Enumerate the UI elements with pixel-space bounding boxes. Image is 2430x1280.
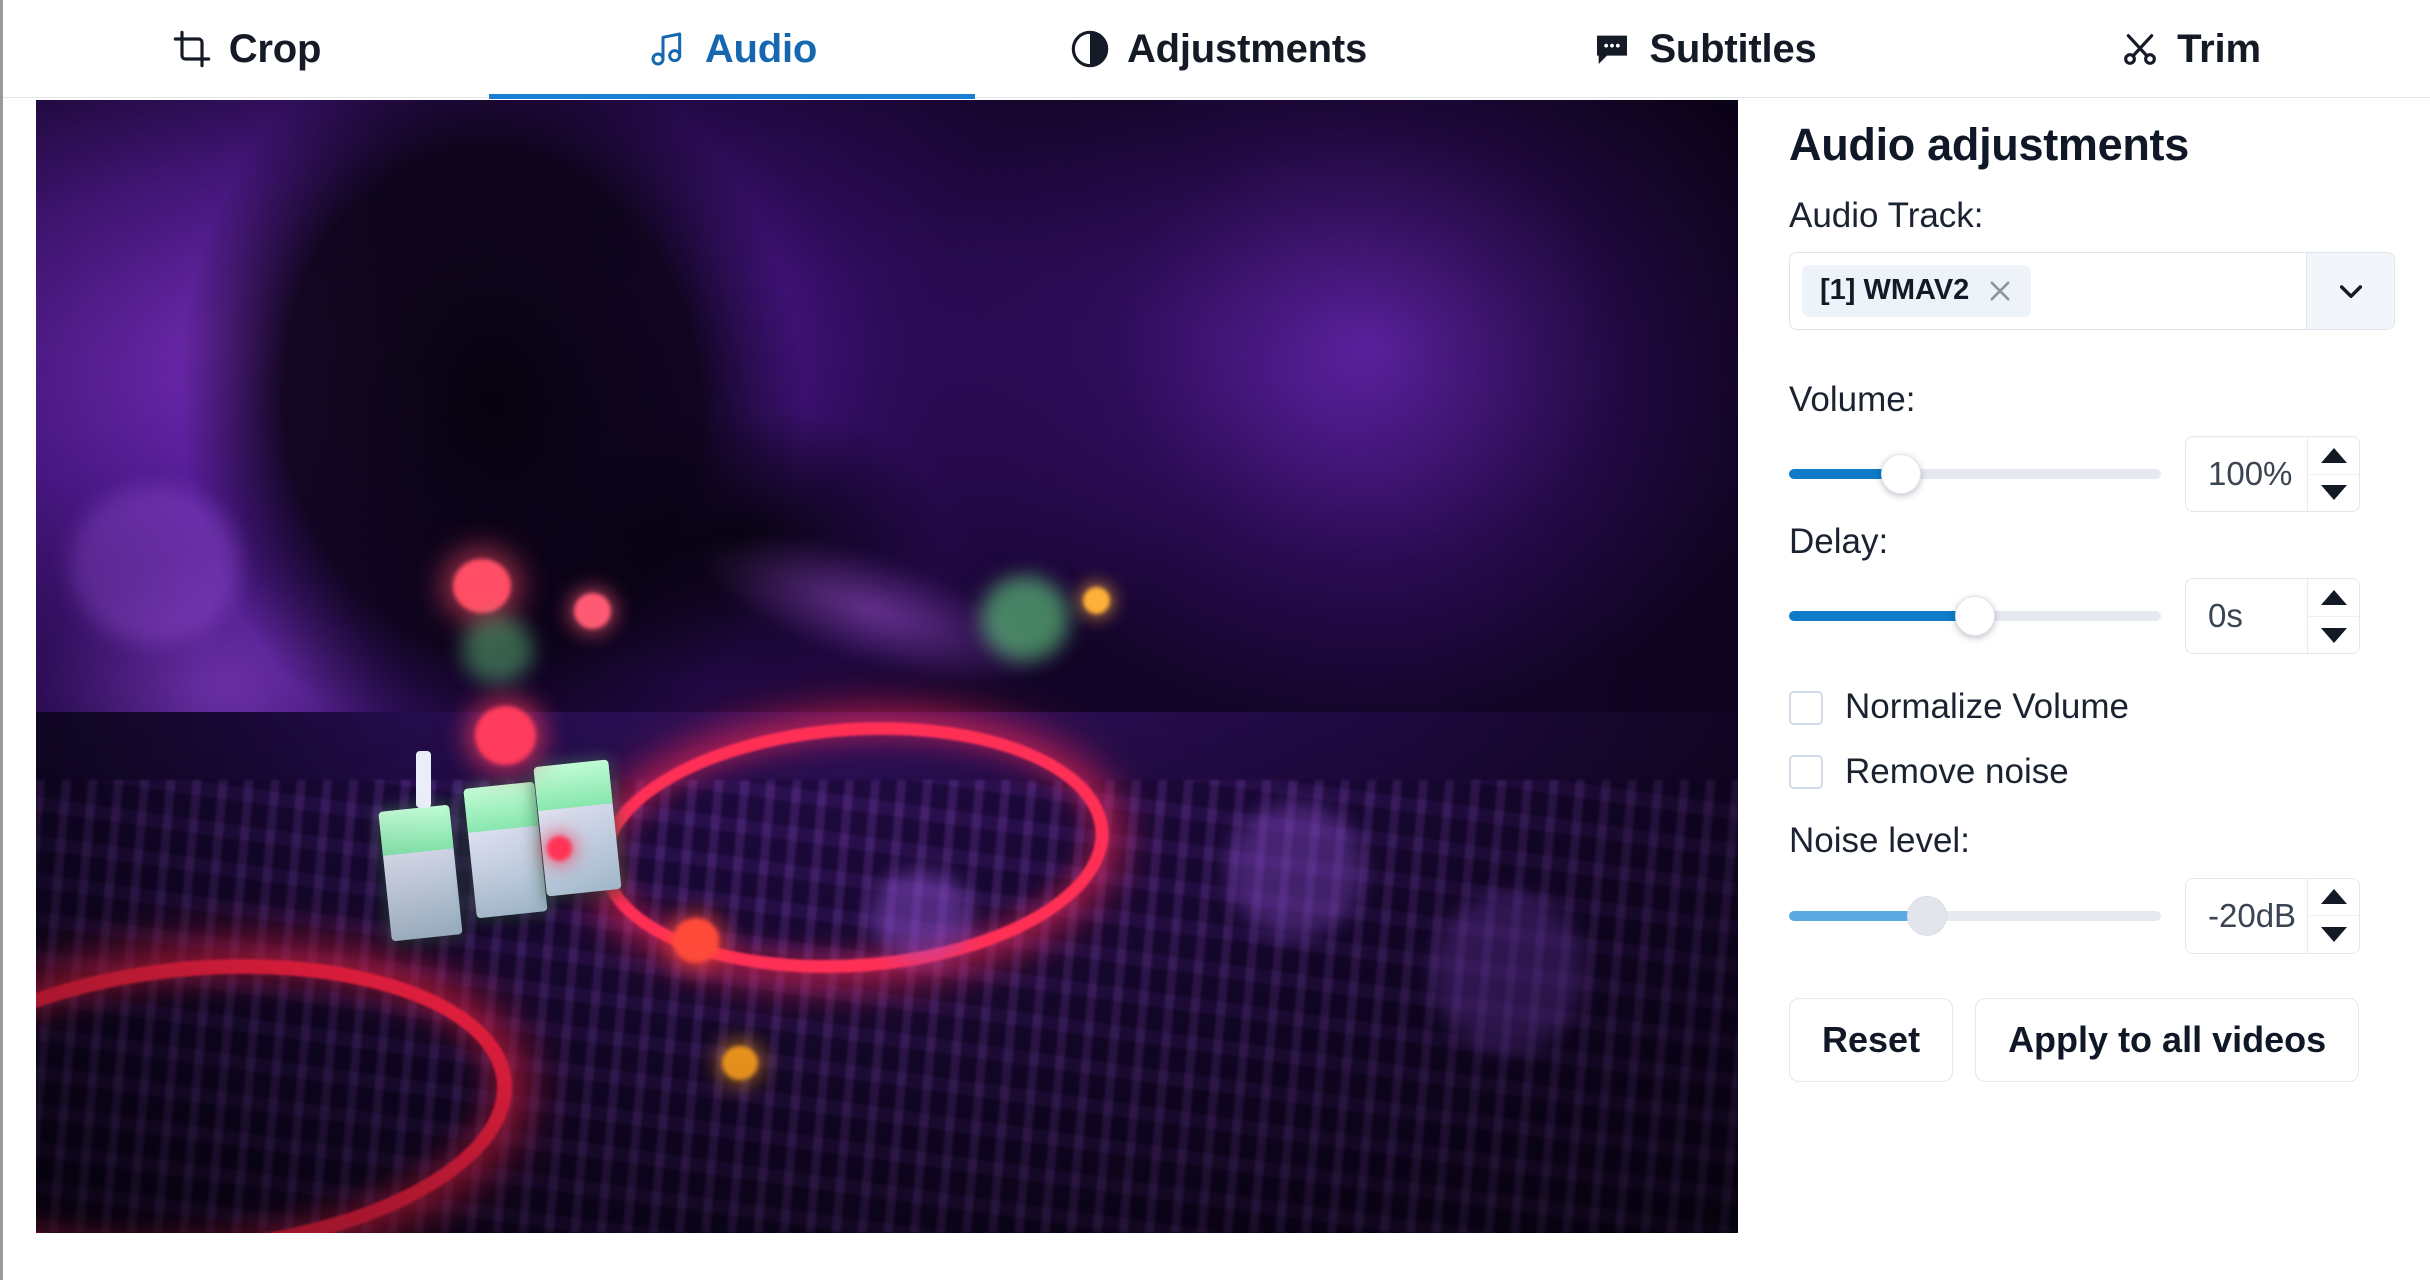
tab-crop-label: Crop (228, 26, 322, 71)
volume-decrement-button[interactable] (2308, 473, 2359, 511)
tab-audio[interactable]: Audio (489, 0, 975, 99)
checkbox-remove-noise[interactable] (1789, 755, 1823, 789)
volume-slider[interactable] (1789, 444, 2161, 504)
volume-control-row: 100% (1789, 436, 2399, 512)
video-editor-window: Crop Audio Adjustments Subtitles Trim Au… (0, 0, 2430, 1280)
delay-spinner-arrows (2307, 579, 2359, 654)
caret-down-icon (2320, 485, 2347, 501)
caret-up-icon (2320, 590, 2347, 605)
reset-button[interactable]: Reset (1789, 997, 1954, 1082)
tab-audio-label: Audio (704, 26, 818, 71)
volume-label: Volume: (1789, 379, 1916, 419)
checkbox-row-normalize-volume[interactable]: Normalize Volume (1789, 688, 2399, 727)
panel-title: Audio adjustments (1789, 119, 2189, 170)
checkbox-remove-noise-label: Remove noise (1845, 751, 2069, 791)
noise-level-spinner[interactable]: -20dB (2185, 877, 2360, 954)
delay-slider-fill (1789, 611, 1975, 622)
checkbox-row-remove-noise[interactable]: Remove noise (1789, 751, 2399, 792)
delay-slider-thumb[interactable] (1955, 596, 1995, 637)
scissors-icon (2119, 28, 2161, 70)
speech-bubble-icon (1591, 28, 1633, 70)
chevron-down-icon[interactable] (2306, 252, 2394, 329)
delay-slider[interactable] (1789, 586, 2161, 646)
tab-adjustments[interactable]: Adjustments (975, 0, 1461, 98)
apply-to-all-videos-button[interactable]: Apply to all videos (1975, 997, 2360, 1082)
noise-level-slider-thumb[interactable] (1906, 895, 1947, 936)
volume-value[interactable]: 100% (2186, 437, 2307, 511)
delay-decrement-button[interactable] (2308, 615, 2359, 654)
tab-adjustments-label: Adjustments (1126, 26, 1368, 71)
caret-up-icon (2320, 889, 2347, 905)
audio-track-chip[interactable]: [1] WMAV2 (1802, 264, 2032, 317)
close-icon[interactable] (1985, 276, 2015, 306)
tab-trim-label: Trim (2177, 26, 2261, 71)
delay-control-row: 0s (1789, 578, 2399, 655)
delay-increment-button[interactable] (2308, 579, 2359, 616)
caret-down-icon (2320, 926, 2347, 942)
volume-spinner-arrows (2307, 437, 2359, 511)
audio-track-chip-label: [1] WMAV2 (1820, 274, 1970, 307)
music-note-icon (647, 28, 689, 70)
panel-action-buttons: Reset Apply to all videos (1789, 997, 2399, 1082)
video-preview-frame (36, 100, 1738, 1233)
audio-track-selected-values[interactable]: [1] WMAV2 (1790, 253, 2306, 329)
volume-slider-thumb[interactable] (1880, 454, 1921, 494)
noise-level-increment-button[interactable] (2308, 878, 2359, 915)
tab-subtitles[interactable]: Subtitles (1461, 0, 1947, 98)
audio-track-label: Audio Track: (1789, 195, 1984, 235)
noise-level-spinner-arrows (2307, 878, 2359, 953)
caret-down-icon (2320, 627, 2347, 643)
caret-up-icon (2320, 447, 2347, 463)
checkbox-normalize-volume-label: Normalize Volume (1845, 687, 2129, 727)
crop-icon (171, 28, 213, 70)
delay-spinner[interactable]: 0s (2185, 578, 2360, 655)
tab-crop[interactable]: Crop (3, 0, 489, 98)
delay-value[interactable]: 0s (2186, 579, 2307, 653)
audio-track-select[interactable]: [1] WMAV2 (1789, 251, 2395, 330)
noise-level-decrement-button[interactable] (2308, 915, 2359, 953)
audio-checkbox-group: Normalize Volume Remove noise (1789, 688, 2399, 791)
editor-tab-bar: Crop Audio Adjustments Subtitles Trim (3, 0, 2430, 99)
volume-increment-button[interactable] (2308, 437, 2359, 474)
noise-level-label: Noise level: (1789, 821, 1970, 861)
volume-spinner[interactable]: 100% (2185, 436, 2360, 512)
delay-label: Delay: (1789, 522, 1889, 561)
checkbox-normalize-volume[interactable] (1789, 690, 1823, 725)
noise-level-value[interactable]: -20dB (2186, 879, 2307, 953)
noise-level-slider[interactable] (1789, 886, 2161, 946)
tab-subtitles-label: Subtitles (1649, 26, 1817, 71)
contrast-circle-icon (1069, 28, 1111, 70)
audio-adjustments-panel: Audio adjustments Audio Track: [1] WMAV2 (1789, 120, 2399, 1082)
video-preview[interactable] (36, 100, 1738, 1233)
tab-trim[interactable]: Trim (1947, 0, 2430, 98)
noise-level-control-row: -20dB (1789, 877, 2399, 954)
